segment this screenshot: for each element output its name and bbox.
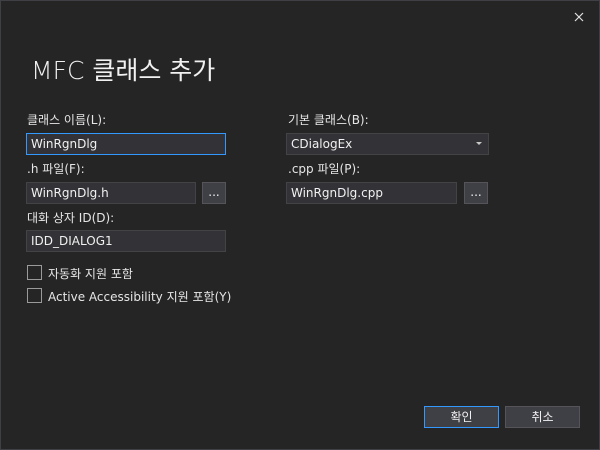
accessibility-checkbox[interactable] — [27, 288, 42, 303]
class-name-label: 클래스 이름(L): — [27, 113, 107, 127]
close-icon — [574, 12, 584, 22]
h-file-input[interactable]: WinRgnDlg.h — [26, 182, 196, 204]
class-name-input[interactable]: WinRgnDlg — [26, 133, 226, 155]
chevron-down-icon — [476, 142, 482, 145]
dialog-title: MFC 클래스 추가 — [31, 56, 216, 85]
dialog-id-label: 대화 상자 ID(D): — [27, 211, 115, 225]
base-class-label: 기본 클래스(B): — [288, 113, 369, 127]
close-button[interactable] — [569, 7, 589, 27]
h-file-browse-button[interactable]: ... — [202, 182, 226, 204]
cpp-file-label: .cpp 파일(P): — [288, 162, 361, 176]
base-class-dropdown[interactable]: CDialogEx — [286, 133, 489, 155]
h-file-label: .h 파일(F): — [27, 162, 85, 176]
automation-checkbox[interactable] — [27, 265, 42, 280]
accessibility-label: Active Accessibility 지원 포함(Y) — [48, 290, 232, 304]
cpp-file-input[interactable]: WinRgnDlg.cpp — [286, 182, 457, 204]
dialog-id-input[interactable]: IDD_DIALOG1 — [26, 230, 226, 252]
base-class-value: CDialogEx — [291, 137, 353, 151]
cancel-button[interactable]: 취소 — [505, 406, 580, 428]
automation-label: 자동화 지원 포함 — [48, 267, 133, 281]
add-mfc-class-dialog: MFC 클래스 추가 클래스 이름(L): WinRgnDlg 기본 클래스(B… — [0, 0, 600, 450]
cpp-file-browse-button[interactable]: ... — [464, 182, 488, 204]
ok-button[interactable]: 확인 — [424, 406, 499, 428]
